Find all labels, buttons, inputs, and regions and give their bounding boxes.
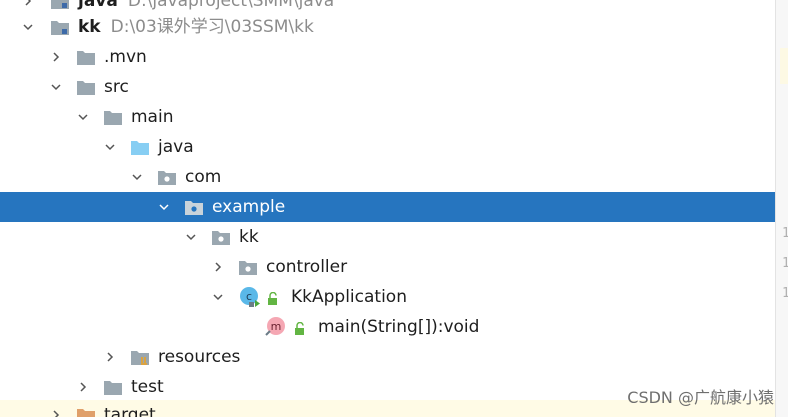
gutter-line-number: 1 [782, 226, 788, 241]
package-icon [212, 231, 230, 245]
chevron-down-icon[interactable] [210, 282, 226, 312]
chevron-right-icon[interactable] [75, 372, 91, 402]
folder-icon [77, 51, 95, 65]
tree-row-com[interactable]: com [0, 162, 775, 192]
tree-label: .mvn [104, 47, 147, 67]
chevron-down-icon[interactable] [129, 162, 145, 192]
svg-text:c: c [246, 290, 252, 303]
tree-label: kk [239, 227, 259, 247]
tree-row-src[interactable]: src [0, 72, 775, 102]
tree-label: com [185, 167, 222, 187]
tree-row-kk-package[interactable]: kk [0, 222, 775, 252]
tree-label: kk D:\03课外学习\03SSM\kk [78, 17, 314, 37]
package-icon [239, 261, 257, 275]
svg-text:m: m [271, 320, 282, 333]
chevron-down-icon[interactable] [102, 132, 118, 162]
chevron-down-icon[interactable] [183, 222, 199, 252]
source-folder-icon [131, 141, 149, 155]
resources-folder-icon [131, 351, 149, 365]
lock-open-icon [268, 292, 277, 305]
package-icon [185, 201, 203, 215]
folder-icon [77, 81, 95, 95]
spring-boot-class-icon: c [240, 287, 260, 307]
project-tree: java D:\javaproject\SMM\java kk D:\03课外学习\… [0, 0, 775, 417]
tree-label: test [131, 377, 164, 397]
tree-row-main[interactable]: main [0, 102, 775, 132]
chevron-right-icon[interactable] [48, 42, 64, 72]
chevron-right-icon[interactable] [48, 400, 64, 417]
tree-row-resources[interactable]: resources [0, 342, 775, 372]
chevron-right-icon[interactable] [210, 252, 226, 282]
folder-icon [104, 381, 122, 395]
chevron-down-icon[interactable] [75, 102, 91, 132]
tree-label: controller [266, 257, 348, 277]
tree-row-java[interactable]: java [0, 132, 775, 162]
tree-row-kk-module[interactable]: kk D:\03课外学习\03SSM\kk [0, 12, 775, 42]
lock-open-icon [295, 322, 304, 335]
excluded-folder-icon [77, 409, 95, 417]
tree-label: resources [158, 347, 241, 367]
module-folder-icon [51, 0, 69, 9]
chevron-down-icon[interactable] [156, 192, 172, 222]
method-icon: m [265, 317, 285, 336]
chevron-right-icon[interactable] [102, 342, 118, 372]
tree-row-mvn[interactable]: .mvn [0, 42, 775, 72]
folder-icon [104, 111, 122, 125]
chevron-down-icon[interactable] [48, 72, 64, 102]
tree-row-main-method[interactable]: m main(String[]):void [0, 312, 775, 342]
tree-label: java [158, 137, 194, 157]
tree-label: main(String[]):void [318, 317, 480, 337]
tree-label: KkApplication [291, 287, 407, 307]
tree-label: main [131, 107, 174, 127]
gutter-line-number: 1 [782, 256, 788, 271]
gutter-highlight [780, 48, 788, 84]
tree-row-example[interactable]: example [0, 192, 775, 222]
tree-label: target [104, 405, 156, 417]
watermark: CSDN @广航康小猿 [627, 388, 774, 407]
tree-label: src [104, 77, 129, 97]
package-icon [158, 171, 176, 185]
tree-row-controller[interactable]: controller [0, 252, 775, 282]
gutter-line-number: 1 [782, 286, 788, 301]
tree-label: example [212, 197, 286, 217]
module-folder-icon [51, 21, 69, 35]
chevron-down-icon[interactable] [20, 12, 36, 42]
tree-row-kkapplication[interactable]: c KkApplication [0, 282, 775, 312]
